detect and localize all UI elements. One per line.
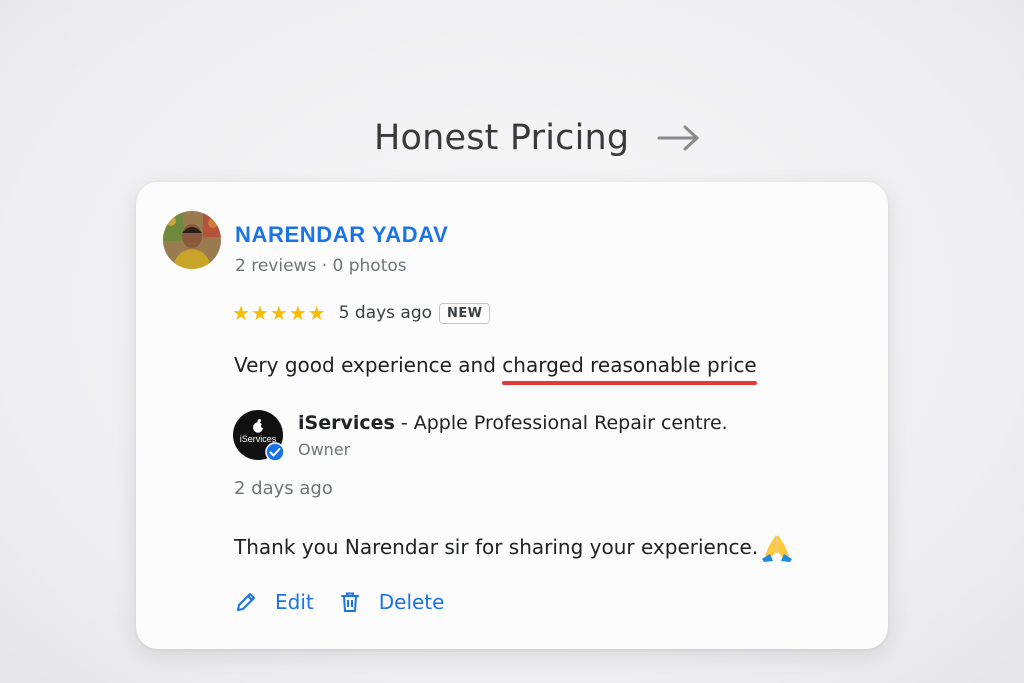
review-text-plain: Very good experience and: [234, 353, 503, 377]
highlight-underline: [502, 381, 757, 385]
avatar[interactable]: [163, 211, 221, 269]
review-date: 5 days ago: [338, 303, 433, 323]
star-icon: ★: [250, 301, 269, 325]
pencil-icon: [237, 593, 255, 611]
trash-icon: [340, 592, 359, 612]
reply-text: Thank you Narendar sir for sharing your …: [234, 532, 794, 562]
delete-button[interactable]: Delete: [338, 590, 445, 614]
owner-business-name[interactable]: iServices - Apple Professional Repair ce…: [298, 412, 728, 434]
apple-logo-icon: [253, 419, 264, 433]
business-suffix: - Apple Professional Repair centre.: [394, 412, 728, 434]
owner-logo[interactable]: iServices: [233, 410, 285, 462]
reply-date: 2 days ago: [234, 478, 333, 499]
rating-row: ★ ★ ★ ★ ★ 5 days ago NEW: [232, 300, 491, 326]
star-icon: ★: [288, 301, 307, 325]
star-icon: ★: [269, 301, 288, 325]
star-rating: ★ ★ ★ ★ ★: [232, 303, 327, 323]
folded-hands-icon: [762, 535, 793, 562]
review-text: Very good experience and charged reasona…: [234, 353, 757, 385]
section-heading: Honest Pricing: [374, 112, 701, 164]
verified-badge-icon: [265, 442, 285, 462]
review-text-highlight: charged reasonable price: [502, 353, 757, 385]
reply-text-content: Thank you Narendar sir for sharing your …: [234, 535, 759, 559]
star-icon: ★: [232, 301, 250, 325]
star-icon: ★: [307, 301, 326, 325]
owner-role: Owner: [298, 440, 351, 459]
business-name: iServices: [298, 412, 395, 434]
review-card: NARENDAR YADAV 2 reviews · 0 photos ★ ★ …: [136, 182, 888, 649]
edit-label: Edit: [275, 590, 314, 614]
reviewer-name[interactable]: NARENDAR YADAV: [235, 222, 448, 248]
new-badge: NEW: [439, 302, 491, 324]
highlight-text: charged reasonable price: [502, 353, 757, 377]
page-title: Honest Pricing: [374, 118, 630, 158]
edit-button[interactable]: Edit: [234, 590, 314, 614]
arrow-right-icon[interactable]: [657, 124, 701, 152]
review-actions: Edit Delete: [234, 587, 444, 617]
delete-label: Delete: [378, 590, 445, 614]
reviewer-meta: 2 reviews · 0 photos: [235, 256, 407, 276]
